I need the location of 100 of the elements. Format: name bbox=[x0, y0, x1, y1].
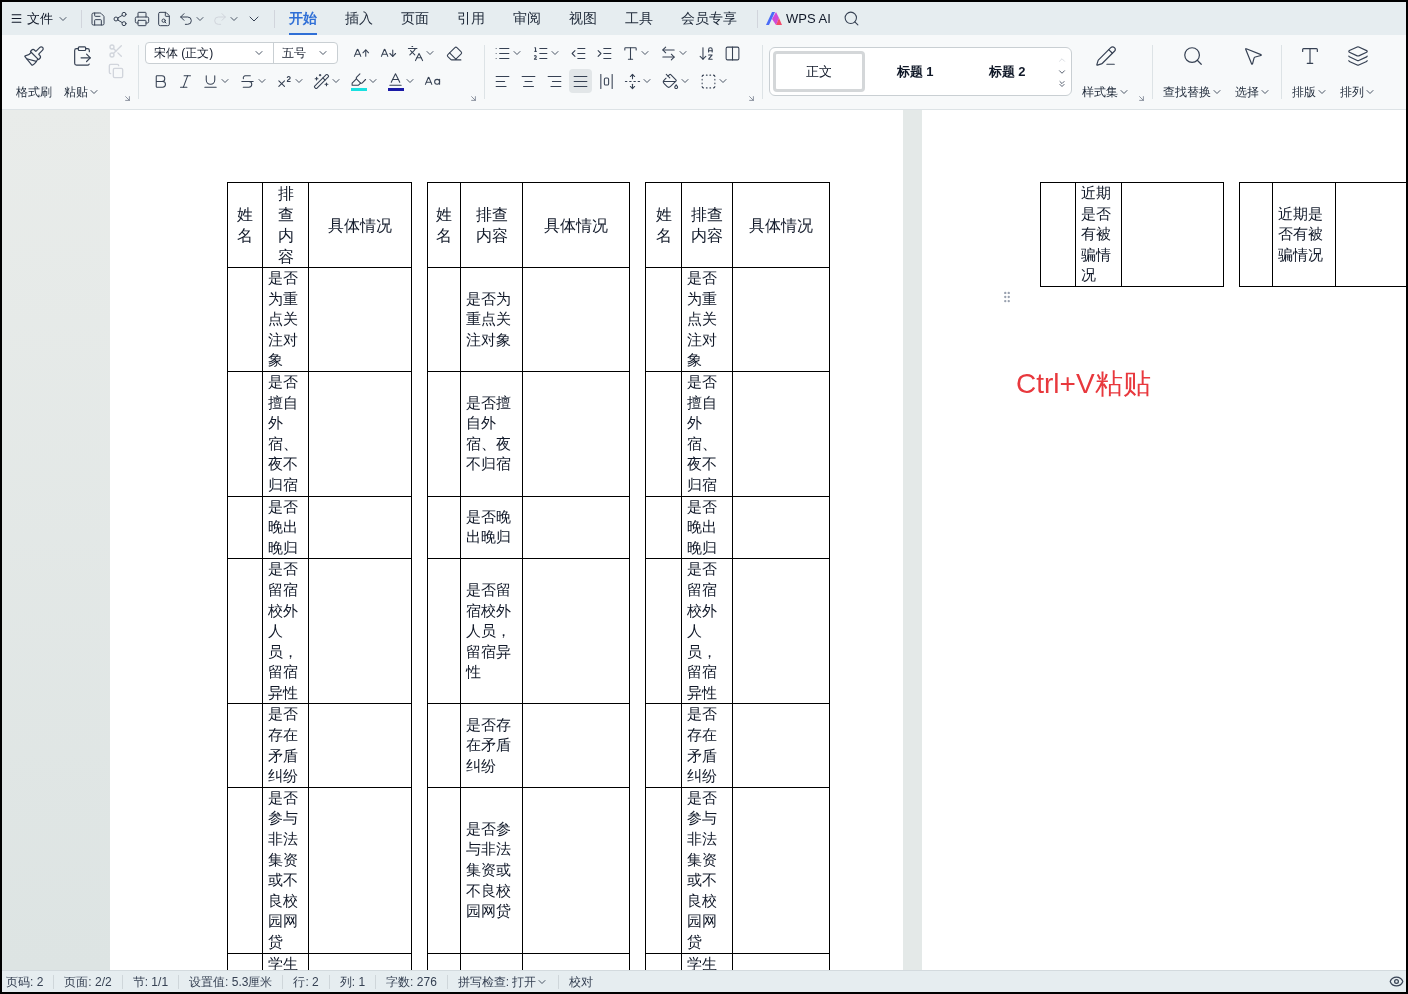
table-cell: 是否擅自外宿、夜不归宿 bbox=[461, 371, 523, 497]
save-button[interactable] bbox=[90, 10, 106, 27]
table-cell: 近期是否有被骗情况 bbox=[1076, 182, 1122, 287]
share-button[interactable] bbox=[112, 10, 128, 27]
status-item[interactable]: 页面: 2/2 bbox=[64, 972, 112, 991]
style-option[interactable]: 正文 bbox=[773, 51, 865, 92]
undo-icon bbox=[178, 10, 194, 27]
style-set-button[interactable]: 样式集 bbox=[1078, 41, 1134, 101]
font-color-icon bbox=[387, 71, 404, 88]
dialog-launcher-icon[interactable] bbox=[469, 94, 478, 103]
numbered-list-icon bbox=[532, 44, 549, 62]
table-header-cell: 具体情况 bbox=[733, 182, 830, 268]
table-header-cell: 姓名 bbox=[227, 182, 263, 268]
table-cell: 是否参与非法集资或不良校园网贷 bbox=[263, 787, 309, 954]
print-button[interactable] bbox=[134, 10, 150, 27]
table-cell: 近期是否有被骗情况 bbox=[1273, 182, 1336, 287]
dialog-launcher-icon[interactable] bbox=[123, 94, 132, 103]
ribbon-tab[interactable]: 工具 bbox=[625, 2, 653, 35]
text-icon bbox=[622, 44, 639, 62]
read-mode-button[interactable] bbox=[1389, 974, 1404, 989]
ribbon-tab[interactable]: 会员专享 bbox=[681, 2, 737, 35]
layout-button[interactable]: 排版 bbox=[1288, 41, 1332, 101]
color-bar bbox=[350, 88, 367, 91]
paste-hint: Ctrl+V粘贴 bbox=[1016, 366, 1152, 401]
undo-button[interactable] bbox=[178, 10, 206, 27]
eye-icon bbox=[1389, 974, 1404, 989]
copy-icon bbox=[108, 63, 124, 79]
status-item[interactable]: 行: 2 bbox=[293, 972, 319, 991]
sort-icon bbox=[698, 44, 715, 62]
table-cell: 是否为重点关注对象 bbox=[461, 268, 523, 372]
style-option[interactable]: 标题 1 bbox=[869, 51, 961, 92]
select-button[interactable]: 选择 bbox=[1231, 41, 1275, 101]
eraser-icon bbox=[446, 44, 463, 62]
ribbon-tab[interactable]: 插入 bbox=[345, 2, 373, 35]
save-icon bbox=[90, 10, 106, 27]
ribbon-tab[interactable]: 引用 bbox=[457, 2, 485, 35]
color-bar bbox=[387, 88, 404, 91]
paste-button[interactable]: 粘贴 bbox=[60, 41, 104, 101]
justify-button[interactable] bbox=[569, 69, 592, 93]
status-item[interactable]: 拼写检查: 打开 bbox=[457, 972, 549, 991]
clipboard-icon bbox=[71, 45, 93, 67]
dialog-launcher-icon[interactable] bbox=[1137, 94, 1146, 103]
table-header-cell: 具体情况 bbox=[523, 182, 630, 268]
format-painter-button[interactable]: 格式刷 bbox=[12, 41, 56, 101]
style-option[interactable]: 标题 2 bbox=[961, 51, 1053, 92]
table-cell: 是否留宿校外人员，留宿异性 bbox=[263, 559, 309, 705]
status-item[interactable]: 节: 1/1 bbox=[132, 972, 169, 991]
sparkle-icon bbox=[313, 72, 330, 90]
status-item[interactable]: 列: 1 bbox=[339, 972, 366, 991]
table-cell: 是否擅自外宿、夜不归宿 bbox=[682, 371, 733, 497]
table-cell: 是否晚出晚归 bbox=[682, 496, 733, 560]
strikethrough-icon bbox=[239, 72, 256, 90]
layers-icon bbox=[1347, 45, 1369, 67]
status-item[interactable]: 页码: 2 bbox=[6, 972, 44, 991]
dialog-launcher-icon[interactable] bbox=[747, 94, 756, 103]
distribute-icon bbox=[598, 72, 615, 90]
table-cell: 是否晚出晚归 bbox=[461, 496, 523, 560]
file-menu[interactable]: 文件 bbox=[6, 8, 73, 29]
table-header-cell: 姓名 bbox=[645, 182, 682, 268]
underline-icon bbox=[202, 72, 219, 90]
table-cell: 是否为重点关注对象 bbox=[682, 268, 733, 372]
printer-icon bbox=[134, 10, 150, 27]
status-item[interactable]: 校对 bbox=[569, 972, 594, 991]
ribbon-tab[interactable]: 视图 bbox=[569, 2, 597, 35]
table-cell: 是否存在矛盾纠纷 bbox=[461, 704, 523, 788]
ribbon-tab[interactable]: 页面 bbox=[401, 2, 429, 35]
table-header-cell: 排查内容 bbox=[461, 182, 523, 268]
preview-icon bbox=[156, 10, 172, 27]
table-cell bbox=[427, 496, 461, 560]
table-header-cell: 排查内容 bbox=[682, 182, 733, 268]
table-cell: 是否留宿校外人员，留宿异性 bbox=[461, 559, 523, 705]
paint-bucket-icon bbox=[662, 72, 679, 90]
arrange-button[interactable]: 排列 bbox=[1336, 41, 1380, 101]
table-cell: 是否存在矛盾纠纷 bbox=[263, 704, 309, 788]
search-icon bbox=[842, 10, 860, 27]
search-button[interactable] bbox=[842, 10, 860, 27]
status-item[interactable]: 字数: 276 bbox=[386, 972, 437, 991]
table-cell: 是否参与非法集资或不良校园网贷 bbox=[682, 787, 733, 954]
wps-ai-button[interactable]: WPS AI bbox=[766, 8, 831, 29]
line-spacing-icon bbox=[624, 72, 641, 90]
ribbon-tab[interactable]: 审阅 bbox=[513, 2, 541, 35]
ai-logo-icon bbox=[766, 12, 782, 25]
table-cell: 是否存在矛盾纠纷 bbox=[682, 704, 733, 788]
table-header-cell: 具体情况 bbox=[309, 182, 412, 268]
menu-icon bbox=[10, 12, 23, 25]
phonetic-icon bbox=[407, 44, 424, 62]
table-cell: 是否参与非法集资或不良校园网贷 bbox=[461, 787, 523, 954]
table-cell: 是否为重点关注对象 bbox=[263, 268, 309, 372]
highlighter-icon bbox=[350, 71, 367, 88]
paintbrush-icon bbox=[23, 45, 45, 67]
scissors-icon bbox=[108, 43, 124, 59]
table-cell: 是否擅自外宿、夜不归宿 bbox=[263, 371, 309, 497]
status-item[interactable]: 设置值: 5.3厘米 bbox=[189, 972, 273, 991]
table-cell: 是否晚出晚归 bbox=[263, 496, 309, 560]
table-cell bbox=[227, 496, 263, 560]
table-header-cell: 排查内容 bbox=[263, 182, 309, 268]
columns-icon bbox=[724, 44, 741, 62]
table-cell: 是否留宿校外人员，留宿异性 bbox=[682, 559, 733, 705]
print-preview-button[interactable] bbox=[156, 10, 172, 27]
find-replace-button[interactable]: 查找替换 bbox=[1159, 41, 1227, 101]
